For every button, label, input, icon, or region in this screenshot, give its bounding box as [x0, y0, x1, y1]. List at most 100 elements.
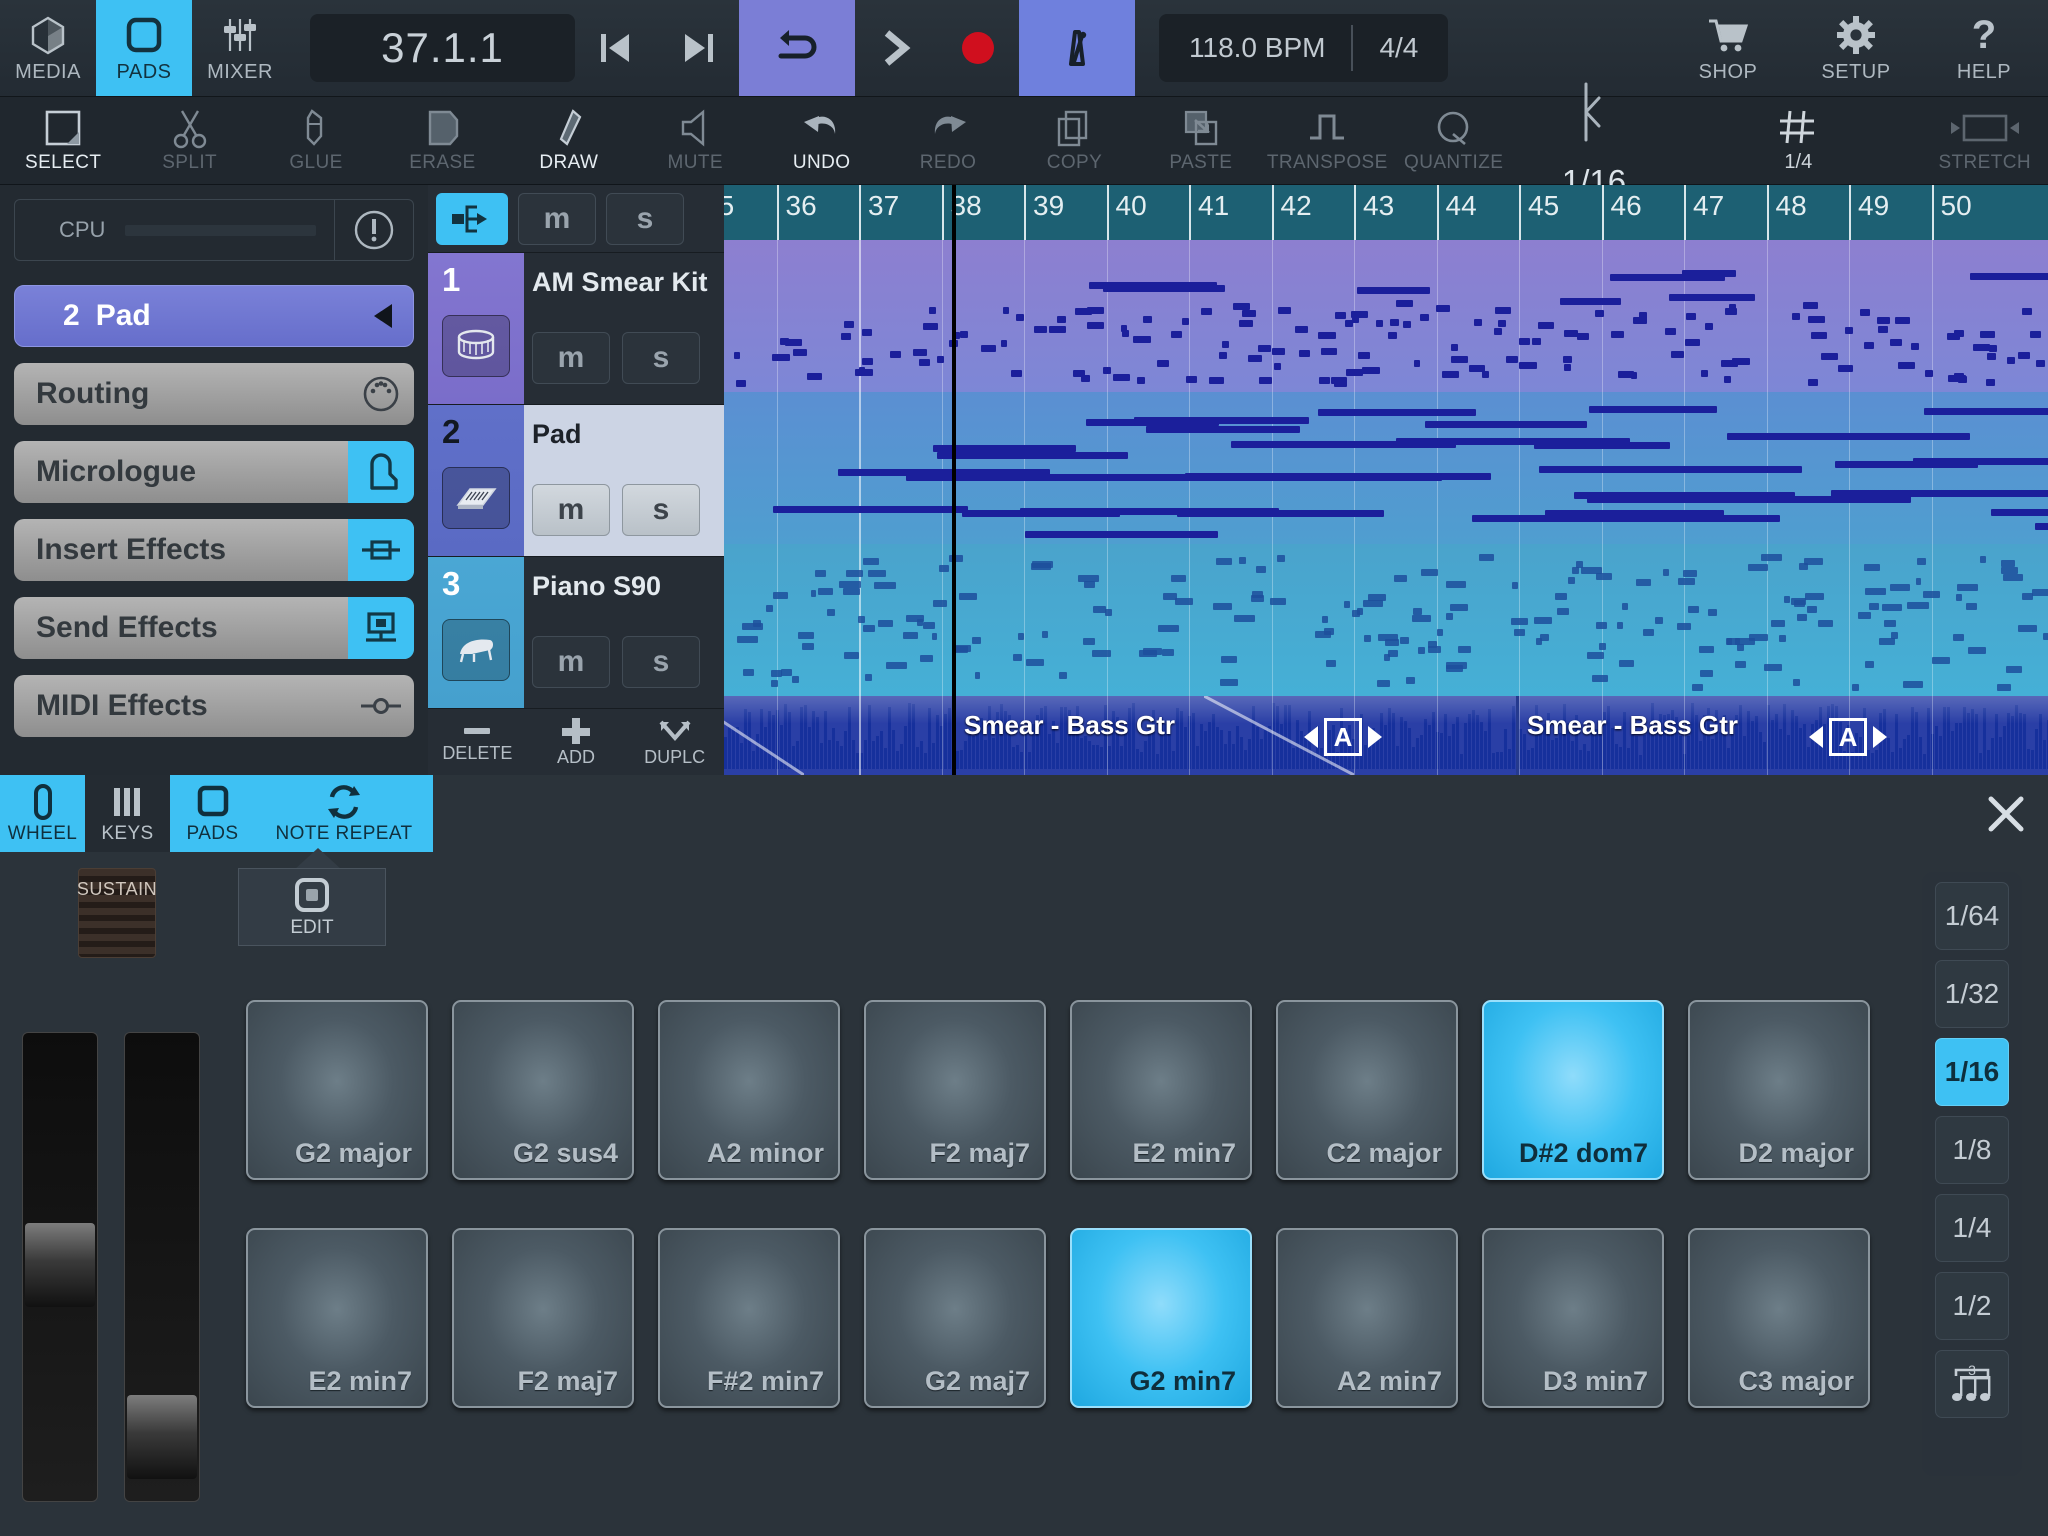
keyboard-icon[interactable] — [442, 467, 510, 529]
midi-note[interactable] — [1877, 325, 1888, 333]
midi-note[interactable] — [1377, 633, 1398, 641]
add-track-button[interactable]: ADD — [527, 709, 626, 775]
lane-track-3[interactable] — [724, 544, 2048, 696]
midi-note[interactable] — [1807, 605, 1818, 613]
inspector-row-insert-effects[interactable]: Insert Effects — [14, 519, 414, 581]
chord-pad[interactable]: D#2 dom7 — [1482, 1000, 1664, 1180]
midi-note[interactable] — [1351, 316, 1359, 324]
synth-icon[interactable] — [348, 441, 414, 503]
midi-note[interactable] — [1406, 677, 1415, 685]
midi-note[interactable] — [1956, 593, 1963, 601]
midi-note[interactable] — [1808, 316, 1826, 323]
track-solo-button[interactable]: s — [622, 483, 700, 536]
midi-note[interactable] — [1877, 317, 1890, 325]
midi-note[interactable] — [974, 671, 981, 679]
midi-note[interactable] — [1701, 369, 1709, 377]
midi-note[interactable] — [1595, 573, 1613, 581]
midi-note[interactable] — [736, 379, 746, 387]
midi-note[interactable] — [1026, 658, 1045, 666]
midi-note[interactable] — [1948, 374, 1966, 382]
midi-note[interactable] — [1865, 660, 1874, 668]
midi-note[interactable] — [1654, 616, 1664, 624]
midi-note[interactable] — [1588, 405, 1718, 413]
midi-note[interactable] — [923, 322, 938, 330]
note-length-1-32[interactable]: 1/32 — [1935, 960, 2009, 1028]
midi-note[interactable] — [1621, 602, 1628, 610]
midi-note[interactable] — [1494, 307, 1511, 315]
send-fx-icon[interactable] — [348, 597, 414, 659]
midi-note[interactable] — [842, 588, 860, 596]
midi-note[interactable] — [1395, 300, 1413, 308]
midi-note[interactable] — [2035, 360, 2045, 368]
midi-note[interactable] — [1241, 309, 1257, 317]
midi-note[interactable] — [1334, 379, 1347, 387]
midi-note[interactable] — [961, 510, 1120, 518]
midi-note[interactable] — [1321, 347, 1337, 355]
midi-note[interactable] — [2021, 593, 2034, 600]
chord-pad[interactable]: G2 maj7 — [864, 1228, 1046, 1408]
midi-note[interactable] — [1212, 603, 1232, 611]
midi-note[interactable] — [1567, 576, 1575, 584]
audio-automation-badge[interactable]: A — [1809, 718, 1887, 756]
midi-note[interactable] — [2001, 566, 2018, 574]
midi-note[interactable] — [1997, 683, 2012, 691]
duplicate-track-button[interactable]: DUPLC — [625, 709, 724, 775]
midi-note[interactable] — [1889, 584, 1911, 592]
tempo-value[interactable]: 118.0 BPM — [1163, 32, 1351, 64]
drum-icon[interactable] — [442, 315, 510, 377]
midi-note[interactable] — [1910, 342, 1919, 350]
close-icon[interactable] — [1974, 783, 2038, 845]
midi-note[interactable] — [1594, 309, 1605, 317]
midi-note[interactable] — [807, 372, 823, 380]
midi-note[interactable] — [1881, 604, 1902, 612]
midi-note[interactable] — [1562, 356, 1573, 364]
midi-note[interactable] — [742, 622, 764, 630]
midi-note[interactable] — [1000, 339, 1008, 347]
midi-note[interactable] — [1418, 647, 1425, 655]
grid-button[interactable]: 1/4 — [1735, 97, 1861, 184]
midi-note[interactable] — [1412, 607, 1422, 615]
midi-note[interactable] — [1670, 350, 1685, 358]
glue-tool[interactable]: GLUE — [253, 97, 379, 184]
midi-note[interactable] — [766, 604, 774, 612]
chord-pad[interactable]: F#2 min7 — [658, 1228, 840, 1408]
track-name[interactable]: AM Smear Kit — [524, 253, 724, 311]
midi-note[interactable] — [1145, 426, 1300, 434]
midi-note[interactable] — [1969, 272, 2048, 280]
midi-note[interactable] — [1557, 607, 1570, 615]
midi-note[interactable] — [772, 354, 790, 362]
midi-note[interactable] — [840, 332, 852, 340]
midi-note[interactable] — [1356, 287, 1431, 295]
midi-note[interactable] — [1571, 566, 1579, 574]
midi-note[interactable] — [1010, 369, 1022, 377]
midi-note[interactable] — [1642, 629, 1655, 637]
midi-note[interactable] — [1425, 420, 1588, 428]
midi-note[interactable] — [1136, 376, 1146, 384]
midi-note[interactable] — [1083, 581, 1095, 589]
midi-note[interactable] — [1682, 569, 1697, 577]
midi-note[interactable] — [858, 367, 865, 375]
midi-note[interactable] — [1821, 353, 1839, 361]
midi-note[interactable] — [1221, 341, 1229, 349]
time-signature-value[interactable]: 4/4 — [1353, 32, 1444, 64]
midi-note[interactable] — [1321, 616, 1328, 624]
midi-note[interactable] — [1761, 554, 1782, 562]
inspector-track-selector[interactable]: 2 Pad — [14, 285, 414, 347]
midi-note[interactable] — [2001, 560, 2015, 568]
midi-note[interactable] — [797, 631, 815, 639]
midi-note[interactable] — [1377, 679, 1390, 687]
midi-note[interactable] — [1531, 338, 1542, 346]
midi-note[interactable] — [878, 620, 893, 628]
midi-note[interactable] — [932, 599, 947, 607]
modulation-knob[interactable] — [127, 1395, 197, 1479]
triangle-left-icon[interactable] — [353, 299, 413, 333]
midi-note[interactable] — [1376, 319, 1383, 327]
midi-note[interactable] — [1024, 531, 1218, 539]
midi-note[interactable] — [1860, 309, 1870, 317]
midi-note[interactable] — [1233, 303, 1250, 311]
midi-note[interactable] — [1851, 683, 1860, 691]
track-name[interactable]: Piano S90 — [524, 557, 724, 615]
midi-note[interactable] — [1161, 649, 1174, 657]
midi-note[interactable] — [939, 564, 950, 572]
midi-note[interactable] — [1091, 649, 1111, 657]
